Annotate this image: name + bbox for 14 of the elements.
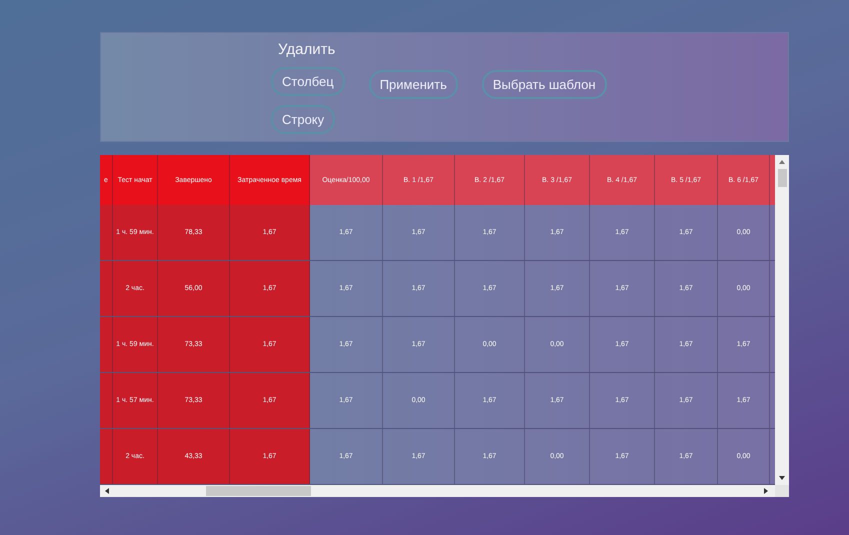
- scroll-thumb[interactable]: [206, 486, 311, 496]
- pill-button[interactable]: Выбрать шаблон: [482, 70, 607, 99]
- delete-label: Удалить: [278, 41, 336, 58]
- scroll-right-icon[interactable]: [763, 487, 769, 495]
- pill-button[interactable]: Применить: [368, 70, 458, 99]
- pill-button[interactable]: Столбец: [271, 67, 345, 96]
- horizontal-scrollbar[interactable]: [100, 485, 789, 497]
- scroll-up-icon[interactable]: [778, 159, 786, 165]
- scroll-left-icon[interactable]: [104, 487, 110, 495]
- scroll-down-icon[interactable]: [778, 475, 786, 481]
- vertical-scrollbar[interactable]: [775, 155, 789, 485]
- scroll-thumb[interactable]: [778, 169, 786, 187]
- scrollbar-corner: [775, 485, 789, 497]
- pill-button[interactable]: Строку: [271, 105, 336, 134]
